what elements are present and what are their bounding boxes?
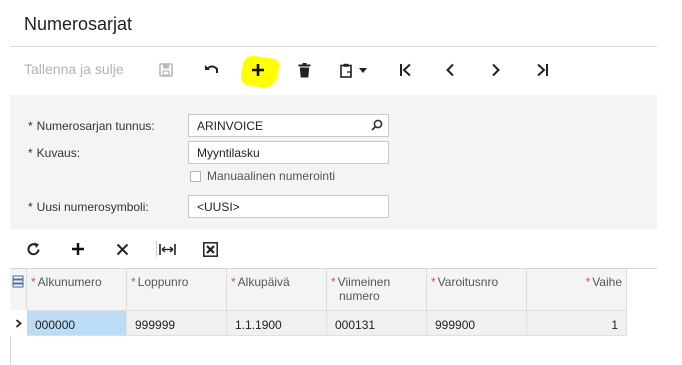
new-symbol-label: * Uusi numerosymboli: bbox=[28, 200, 149, 214]
table-cell-start-date[interactable]: 1.1.1900 bbox=[227, 310, 327, 336]
title-divider bbox=[10, 46, 657, 47]
undo-icon[interactable] bbox=[200, 58, 224, 82]
column-header-last-number[interactable]: * Viimeinen numero bbox=[327, 269, 427, 310]
refresh-icon[interactable] bbox=[22, 238, 44, 260]
table-cell-end-number[interactable]: 999999 bbox=[127, 310, 227, 336]
main-toolbar: Tallenna ja sulje bbox=[10, 52, 657, 88]
grid-toolbar bbox=[10, 232, 657, 266]
add-icon[interactable] bbox=[246, 58, 270, 82]
series-id-label: * Numerosarjan tunnus: bbox=[28, 119, 155, 133]
clipboard-icon[interactable] bbox=[334, 58, 358, 82]
page-title: Numerosarjat bbox=[24, 14, 133, 34]
column-header-step[interactable]: * Vaihe bbox=[527, 269, 627, 310]
chevron-down-icon[interactable] bbox=[356, 58, 370, 82]
checkbox-box[interactable] bbox=[190, 170, 201, 182]
table-cell-step[interactable]: 1 bbox=[527, 310, 627, 336]
column-header-start-date[interactable]: * Alkupäivä bbox=[227, 269, 327, 310]
fit-columns-icon[interactable] bbox=[156, 238, 178, 260]
column-header-warning-number[interactable]: * Varoitusnro bbox=[427, 269, 527, 310]
manual-numbering-checkbox[interactable]: Manuaalinen numerointi bbox=[190, 169, 335, 183]
column-header-end-number[interactable]: * Loppunro bbox=[127, 269, 227, 310]
first-icon[interactable] bbox=[394, 58, 418, 82]
column-header-start-number[interactable]: * Alkunumero bbox=[27, 269, 127, 310]
description-field[interactable]: Myyntilasku bbox=[188, 141, 389, 164]
description-label: * Kuvaus: bbox=[28, 146, 81, 160]
add-row-icon[interactable] bbox=[67, 238, 89, 260]
delete-row-icon[interactable] bbox=[111, 238, 133, 260]
table-cell-last-number[interactable]: 000131 bbox=[327, 310, 427, 336]
table-cell-warning-number[interactable]: 999900 bbox=[427, 310, 527, 336]
row-pointer-icon bbox=[10, 310, 26, 336]
delete-icon[interactable] bbox=[292, 58, 316, 82]
column-chooser-icon[interactable] bbox=[10, 269, 27, 310]
table-cell-start-number[interactable]: 000000 bbox=[27, 310, 127, 336]
series-id-field[interactable]: ARINVOICE bbox=[188, 114, 389, 137]
save-icon[interactable] bbox=[154, 58, 178, 82]
previous-icon[interactable] bbox=[438, 58, 462, 82]
export-excel-icon[interactable] bbox=[199, 238, 221, 260]
save-close-button[interactable]: Tallenna ja sulje bbox=[24, 61, 124, 77]
next-icon[interactable] bbox=[484, 58, 508, 82]
last-icon[interactable] bbox=[530, 58, 554, 82]
new-symbol-field[interactable]: <UUSI> bbox=[188, 195, 389, 218]
search-icon[interactable] bbox=[371, 119, 383, 134]
